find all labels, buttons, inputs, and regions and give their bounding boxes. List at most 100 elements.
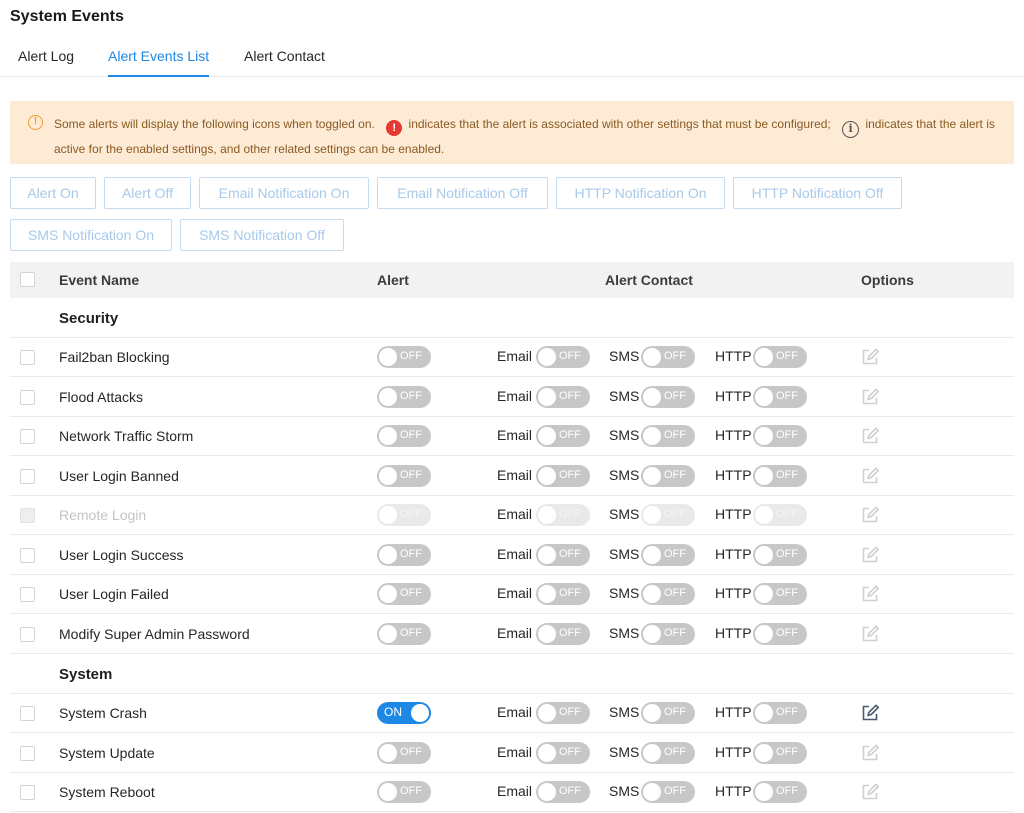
- alert-toggle[interactable]: OFF: [377, 543, 431, 566]
- toggle-knob: [538, 387, 556, 406]
- row-checkbox[interactable]: [20, 587, 35, 602]
- alert-toggle[interactable]: OFF: [377, 741, 431, 764]
- email-toggle[interactable]: OFF: [536, 702, 590, 724]
- toggle-knob: [755, 387, 773, 406]
- email-toggle[interactable]: OFF: [536, 583, 590, 605]
- toggle-state-label: OFF: [559, 745, 581, 758]
- row-checkbox[interactable]: [20, 706, 35, 721]
- toggle-knob: [755, 743, 773, 762]
- row-checkbox[interactable]: [20, 389, 35, 405]
- email-toggle[interactable]: OFF: [536, 781, 590, 803]
- table-row: User Login Success OFF Email OFF SMS OFF HTTP O…: [10, 536, 1014, 575]
- row-checkbox[interactable]: [20, 745, 35, 761]
- toggle-knob: [379, 585, 397, 603]
- tab-alert-contact[interactable]: Alert Contact: [244, 48, 325, 77]
- email-label: Email: [497, 743, 533, 760]
- sms-toggle[interactable]: OFF: [641, 781, 695, 803]
- alert-toggle[interactable]: ON: [377, 702, 431, 724]
- http-toggle[interactable]: OFF: [753, 583, 807, 605]
- sms-toggle[interactable]: OFF: [641, 425, 695, 447]
- sms-toggle[interactable]: OFF: [641, 543, 695, 566]
- email-notification-off-button[interactable]: Email Notification Off: [377, 177, 548, 209]
- email-toggle[interactable]: OFF: [536, 385, 590, 408]
- row-checkbox[interactable]: [20, 547, 35, 563]
- edit-icon[interactable]: [860, 426, 880, 446]
- toggle-knob: [755, 348, 773, 366]
- sms-toggle[interactable]: OFF: [641, 346, 695, 368]
- toggle-state-label: OFF: [559, 626, 581, 639]
- email-toggle[interactable]: OFF: [536, 346, 590, 368]
- sms-toggle[interactable]: OFF: [641, 622, 695, 645]
- sms-toggle[interactable]: OFF: [641, 583, 695, 605]
- event-name: System Update: [59, 744, 155, 761]
- toggle-state-label: OFF: [400, 508, 422, 520]
- toggle-knob: [643, 545, 661, 564]
- email-toggle[interactable]: OFF: [536, 464, 590, 487]
- http-toggle[interactable]: OFF: [753, 385, 807, 408]
- alert-on-button[interactable]: Alert On: [10, 177, 96, 209]
- email-toggle[interactable]: OFF: [536, 622, 590, 645]
- alert-toggle[interactable]: OFF: [377, 425, 431, 447]
- sms-toggle[interactable]: OFF: [641, 385, 695, 408]
- edit-icon[interactable]: [860, 466, 880, 486]
- edit-icon[interactable]: [860, 782, 880, 802]
- edit-icon[interactable]: [860, 743, 880, 763]
- toggle-knob: [379, 387, 397, 406]
- http-toggle[interactable]: OFF: [753, 346, 807, 368]
- row-checkbox[interactable]: [20, 429, 35, 444]
- toggle-state-label: OFF: [400, 429, 422, 441]
- toggle-state-label: OFF: [559, 429, 581, 441]
- http-toggle[interactable]: OFF: [753, 741, 807, 764]
- edit-icon[interactable]: [860, 505, 880, 525]
- tab-bar: Alert Log Alert Events List Alert Contac…: [0, 38, 1024, 77]
- http-notification-off-button[interactable]: HTTP Notification Off: [733, 177, 902, 209]
- toggle-knob: [538, 624, 556, 643]
- edit-icon[interactable]: [860, 347, 880, 367]
- sms-toggle[interactable]: OFF: [641, 702, 695, 724]
- toggle-knob: [755, 624, 773, 643]
- sms-notification-off-button[interactable]: SMS Notification Off: [180, 219, 344, 251]
- toggle-knob: [643, 743, 661, 762]
- http-toggle[interactable]: OFF: [753, 425, 807, 447]
- alert-toggle[interactable]: OFF: [377, 464, 431, 487]
- select-all-checkbox[interactable]: [20, 272, 35, 287]
- edit-icon[interactable]: [860, 624, 880, 644]
- email-toggle[interactable]: OFF: [536, 543, 590, 566]
- row-checkbox[interactable]: [20, 785, 35, 800]
- http-notification-on-button[interactable]: HTTP Notification On: [556, 177, 725, 209]
- email-notification-on-button[interactable]: Email Notification On: [199, 177, 369, 209]
- http-toggle[interactable]: OFF: [753, 781, 807, 803]
- event-name: Remote Login: [59, 507, 147, 523]
- http-toggle[interactable]: OFF: [753, 702, 807, 724]
- http-toggle[interactable]: OFF: [753, 543, 807, 566]
- http-toggle: OFF: [753, 504, 807, 526]
- edit-icon[interactable]: [860, 387, 880, 407]
- alert-toggle[interactable]: OFF: [377, 781, 431, 803]
- sms-toggle[interactable]: OFF: [641, 741, 695, 764]
- tab-alert-log[interactable]: Alert Log: [18, 48, 74, 77]
- column-header-alert-contact: Alert Contact: [605, 272, 693, 288]
- toggle-knob: [379, 506, 397, 524]
- toggle-knob: [538, 704, 556, 722]
- alert-toggle[interactable]: OFF: [377, 583, 431, 605]
- alert-toggle[interactable]: OFF: [377, 385, 431, 408]
- http-toggle[interactable]: OFF: [753, 464, 807, 487]
- row-checkbox[interactable]: [20, 350, 35, 365]
- sms-notification-on-button[interactable]: SMS Notification On: [10, 219, 172, 251]
- sms-toggle[interactable]: OFF: [641, 464, 695, 487]
- alert-toggle[interactable]: OFF: [377, 346, 431, 368]
- event-name: Flood Attacks: [59, 388, 144, 405]
- edit-icon[interactable]: [860, 584, 880, 604]
- email-toggle[interactable]: OFF: [536, 741, 590, 764]
- http-toggle[interactable]: OFF: [753, 622, 807, 645]
- alert-toggle[interactable]: OFF: [377, 622, 431, 645]
- edit-icon[interactable]: [860, 545, 880, 565]
- row-checkbox[interactable]: [20, 626, 35, 642]
- email-label: Email: [497, 585, 533, 601]
- edit-icon[interactable]: [860, 703, 880, 723]
- toggle-state-label: OFF: [559, 468, 581, 481]
- email-toggle[interactable]: OFF: [536, 425, 590, 447]
- tab-alert-events-list[interactable]: Alert Events List: [108, 48, 210, 77]
- row-checkbox[interactable]: [20, 468, 35, 484]
- alert-off-button[interactable]: Alert Off: [104, 177, 191, 209]
